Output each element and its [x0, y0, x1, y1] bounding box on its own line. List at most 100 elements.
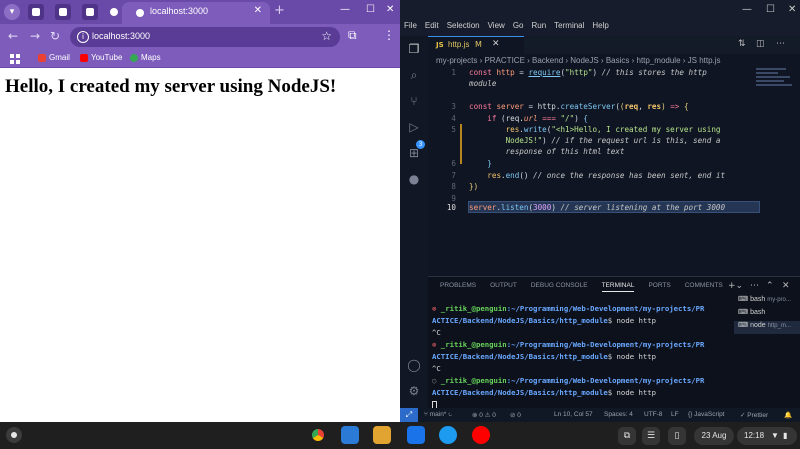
vscode-app-icon[interactable] — [341, 426, 359, 444]
chrome-app-icon[interactable] — [309, 426, 327, 444]
minimize-icon[interactable]: — — [340, 4, 350, 15]
extensions-icon[interactable]: ⊞ — [407, 146, 421, 160]
address-bar[interactable]: i localhost:3000 ☆ — [70, 27, 340, 47]
terminal-interrupt: ^C — [432, 328, 441, 337]
menu-bar: File Edit Selection View Go Run Terminal… — [404, 21, 609, 30]
tab-comments[interactable]: COMMENTS — [685, 282, 723, 292]
line-endings[interactable]: LF — [671, 411, 679, 418]
session-name: bash — [750, 296, 766, 303]
remote-icon[interactable]: ⤢ — [400, 408, 418, 422]
pinned-tab-1[interactable] — [28, 4, 44, 20]
encoding[interactable]: UTF-8 — [644, 411, 662, 418]
menu-terminal[interactable]: Terminal — [554, 21, 584, 30]
prompt-user: _ritik_@penguin — [440, 376, 507, 385]
tab-problems[interactable]: PROBLEMS — [440, 282, 476, 292]
apps-grid-icon[interactable] — [10, 54, 20, 64]
github-icon[interactable]: ● — [407, 172, 421, 186]
status-area[interactable]: 12:18 ▼ ▮ — [737, 427, 797, 445]
code-editor[interactable]: 1 3 4 5 6 7 8 9 10 const http = require(… — [428, 68, 760, 268]
terminal-output[interactable]: ⊗ _ritik_@penguin:~/Programming/Web-Deve… — [432, 303, 732, 411]
vscode-minimize-icon[interactable]: — — [742, 4, 752, 15]
bookmark-maps[interactable]: Maps — [130, 53, 161, 62]
tab-localhost[interactable]: localhost:3000 ✕ — [122, 2, 270, 24]
screen-capture-icon[interactable]: ⧉ — [618, 427, 636, 445]
cursor-position[interactable]: Ln 10, Col 57 — [554, 411, 593, 418]
clock: 12:18 — [744, 431, 765, 440]
line-number: 5 — [451, 125, 456, 134]
back-icon[interactable]: ← — [8, 29, 18, 43]
date-display[interactable]: 23 Aug — [694, 427, 734, 445]
git-branch[interactable]: ⑂ main* ↻ — [424, 411, 452, 418]
bookmark-youtube[interactable]: YouTube — [80, 53, 122, 62]
terminal-interrupt: ^C — [432, 364, 441, 373]
prettier-status[interactable]: ✓ Prettier — [740, 411, 768, 419]
more-menu-icon[interactable]: ⋮ — [383, 28, 395, 42]
tab-debug-console[interactable]: DEBUG CONSOLE — [531, 282, 588, 292]
menu-view[interactable]: View — [488, 21, 505, 30]
code-line: } — [487, 159, 492, 168]
clipboard-icon[interactable]: ☰ — [642, 427, 660, 445]
pinned-tab-2[interactable] — [55, 4, 71, 20]
explorer-icon[interactable]: ❐ — [407, 42, 421, 56]
breadcrumb[interactable]: my-projects › PRACTICE › Backend › NodeJ… — [436, 56, 721, 65]
phone-hub-icon[interactable]: ▯ — [668, 427, 686, 445]
tab-search-icon[interactable]: ▾ — [4, 4, 20, 20]
forward-icon[interactable]: → — [30, 29, 40, 43]
modified-indicator: M — [475, 40, 482, 49]
vscode-maximize-icon[interactable]: ☐ — [766, 4, 775, 15]
panel-more-icon[interactable]: ⋯ — [750, 281, 759, 291]
account-icon[interactable]: ◯ — [407, 358, 421, 372]
split-editor-icon[interactable]: ◫ — [756, 39, 765, 49]
pinned-tab-notion[interactable] — [82, 4, 98, 20]
sublime-app-icon[interactable] — [373, 426, 391, 444]
settings-gear-icon[interactable]: ⚙ — [407, 384, 421, 398]
menu-help[interactable]: Help — [592, 21, 608, 30]
ports-count[interactable]: ⊘ 0 — [510, 411, 521, 419]
tab-close-icon[interactable]: ✕ — [492, 39, 500, 49]
extensions-icon[interactable]: ⧉ — [348, 28, 357, 43]
vscode-close-icon[interactable]: ✕ — [788, 4, 796, 15]
maximize-panel-icon[interactable]: ⌃ — [766, 281, 774, 291]
editor-more-icon[interactable]: ⋯ — [776, 39, 785, 49]
terminal-session[interactable]: ⌨ bash — [734, 308, 800, 321]
reload-icon[interactable]: ↻ — [50, 29, 60, 43]
language-mode[interactable]: {} JavaScript — [688, 411, 725, 418]
tab-ports[interactable]: PORTS — [648, 282, 670, 292]
compare-icon[interactable]: ⇅ — [738, 39, 746, 49]
minimap[interactable] — [756, 68, 796, 98]
new-tab-button[interactable]: + — [274, 3, 285, 18]
site-info-icon[interactable]: i — [77, 31, 89, 43]
menu-go[interactable]: Go — [513, 21, 524, 30]
source-control-icon[interactable]: ⑂ — [407, 94, 421, 108]
menu-run[interactable]: Run — [531, 21, 546, 30]
tab-terminal[interactable]: TERMINAL — [601, 282, 635, 292]
youtube-app-icon[interactable] — [472, 426, 490, 444]
bookmark-star-icon[interactable]: ☆ — [321, 29, 332, 43]
search-icon[interactable]: ⌕ — [407, 68, 421, 82]
twitter-app-icon[interactable] — [439, 426, 457, 444]
vscode-window: File Edit Selection View Go Run Terminal… — [400, 0, 800, 422]
close-window-icon[interactable]: ✕ — [386, 4, 394, 15]
prompt-path: ACTICE/Backend/NodeJS/Basics/http_module — [432, 352, 608, 361]
tab-output[interactable]: OUTPUT — [490, 282, 517, 292]
terminal-session[interactable]: ⌨ bash my-pro... — [734, 295, 800, 308]
prompt-path: :~/Programming/Web-Development/my-projec… — [506, 304, 705, 313]
close-panel-icon[interactable]: ✕ — [782, 281, 790, 291]
pinned-tab-github[interactable] — [106, 4, 122, 20]
maximize-icon[interactable]: ☐ — [366, 4, 375, 15]
menu-file[interactable]: File — [404, 21, 417, 30]
tab-close-icon[interactable]: ✕ — [254, 5, 262, 16]
menu-edit[interactable]: Edit — [425, 21, 439, 30]
menu-selection[interactable]: Selection — [447, 21, 480, 30]
bookmark-gmail[interactable]: Gmail — [38, 53, 70, 62]
terminal-session-active[interactable]: ⌨ node http_m... — [734, 321, 800, 334]
run-debug-icon[interactable]: ▷ — [407, 120, 421, 134]
terminal-command: node http — [616, 352, 657, 361]
notifications-bell-icon[interactable]: 🔔 — [784, 411, 792, 419]
launcher-icon[interactable] — [6, 427, 22, 443]
problems-count[interactable]: ⊗ 0 ⚠ 0 — [472, 411, 496, 419]
new-terminal-icon[interactable]: +⌄ — [728, 281, 743, 291]
indentation[interactable]: Spaces: 4 — [604, 411, 633, 418]
files-app-icon[interactable] — [407, 426, 425, 444]
tab-http-js[interactable]: JS http.js M ✕ — [428, 36, 524, 54]
